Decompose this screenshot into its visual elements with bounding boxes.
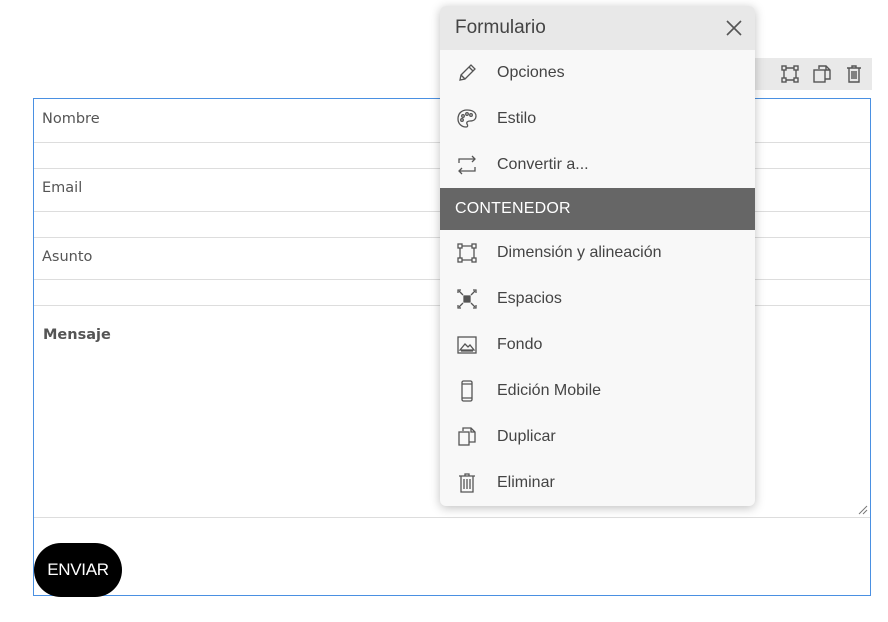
pencil-icon <box>456 62 478 84</box>
menu-item-label: Fondo <box>497 336 543 353</box>
dimension-icon <box>456 242 478 264</box>
menu-item-dimension[interactable]: Dimensión y alineación <box>440 230 755 276</box>
convert-icon <box>456 154 478 176</box>
spacing-icon <box>456 288 478 310</box>
menu-item-label: Espacios <box>497 290 562 307</box>
menu-item-opciones[interactable]: Opciones <box>440 50 755 96</box>
dimension-icon[interactable] <box>778 62 802 86</box>
trash-icon <box>456 472 478 494</box>
image-icon <box>456 334 478 356</box>
asunto-label: Asunto <box>42 249 93 265</box>
menu-item-estilo[interactable]: Estilo <box>440 96 755 142</box>
email-label: Email <box>42 180 83 196</box>
menu-header: Formulario <box>440 6 755 50</box>
menu-item-label: Dimensión y alineación <box>497 244 662 261</box>
mobile-icon <box>456 380 478 402</box>
close-icon[interactable] <box>721 15 747 41</box>
duplicate-icon <box>456 426 478 448</box>
delete-icon[interactable] <box>842 62 866 86</box>
menu-item-mobile[interactable]: Edición Mobile <box>440 368 755 414</box>
menu-item-eliminar[interactable]: Eliminar <box>440 460 755 506</box>
menu-item-label: Edición Mobile <box>497 382 602 399</box>
context-menu: Formulario Opciones Estilo Convertir a..… <box>440 6 755 506</box>
menu-item-duplicar[interactable]: Duplicar <box>440 414 755 460</box>
section-header-contenedor: CONTENEDOR <box>440 188 755 230</box>
resize-grip-icon[interactable] <box>858 505 868 515</box>
palette-icon <box>456 108 478 130</box>
mensaje-label: Mensaje <box>43 327 111 343</box>
nombre-label: Nombre <box>42 111 100 127</box>
menu-item-label: Duplicar <box>497 428 556 445</box>
submit-button[interactable]: ENVIAR <box>34 543 122 597</box>
element-toolbar <box>742 58 872 90</box>
duplicate-icon[interactable] <box>810 62 834 86</box>
menu-item-espacios[interactable]: Espacios <box>440 276 755 322</box>
menu-item-fondo[interactable]: Fondo <box>440 322 755 368</box>
menu-item-label: Eliminar <box>497 474 555 491</box>
menu-item-label: Convertir a... <box>497 156 589 173</box>
menu-item-label: Estilo <box>497 110 537 127</box>
menu-title: Formulario <box>455 17 546 38</box>
divider <box>34 517 870 518</box>
menu-item-label: Opciones <box>497 64 565 81</box>
menu-item-convertir[interactable]: Convertir a... <box>440 142 755 188</box>
